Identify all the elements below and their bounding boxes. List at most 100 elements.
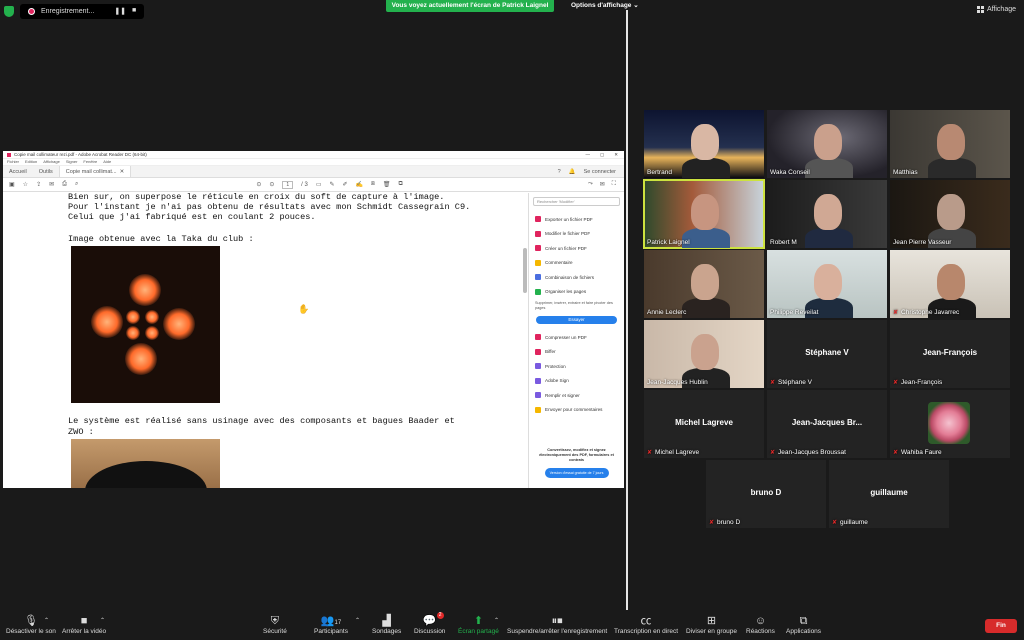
end-meeting-button[interactable]: Fin <box>985 619 1017 633</box>
chevron-up-icon[interactable]: ⌃ <box>100 617 105 624</box>
participant-tile[interactable]: Stéphane V ✘ Stéphane V <box>767 320 887 388</box>
stop-icon[interactable]: ■ <box>132 7 136 15</box>
participant-name-tag: ✘ Stéphane V <box>770 379 812 386</box>
participant-name: Jean-Jacques Broussat <box>778 449 846 456</box>
participant-tile[interactable]: bruno D ✘ bruno D <box>706 460 826 528</box>
participant-tile[interactable]: Michel Lagreve ✘ Michel Lagreve <box>644 390 764 458</box>
shield-icon[interactable] <box>4 5 14 17</box>
tool-item[interactable]: Créer un fichier PDF <box>529 241 624 256</box>
participant-face <box>814 194 842 230</box>
tab-accueil[interactable]: Accueil <box>3 166 33 177</box>
pen-icon[interactable]: ✎ <box>330 181 335 188</box>
tool-item[interactable]: Envoyer pour commentaires <box>529 403 624 418</box>
participant-name-tag: Robert M <box>770 239 797 246</box>
bell-icon[interactable]: 🔔 <box>569 169 576 175</box>
pause-icon[interactable]: ❚❚ <box>114 7 126 15</box>
participant-name-tag: Annie Leclerc <box>647 309 686 316</box>
participant-tile[interactable]: Jean Pierre Vasseur <box>890 180 1010 248</box>
tool-item[interactable]: Organiser les pages <box>529 285 624 300</box>
sign-icon[interactable]: ✍ <box>356 181 363 188</box>
email-icon[interactable]: ✉ <box>600 181 605 188</box>
share-screen-button[interactable]: ⬆ Écran partagé <box>458 614 499 635</box>
tab-outils[interactable]: Outils <box>33 166 59 177</box>
stamp-icon[interactable]: ⧈ <box>371 181 375 188</box>
page-down-icon[interactable]: ⊙ <box>269 181 274 188</box>
security-button[interactable]: ⛨ Sécurité <box>263 614 287 635</box>
help-icon[interactable]: ? <box>558 169 561 175</box>
reactions-button[interactable]: ☺ Réactions <box>746 614 775 635</box>
participant-tile[interactable]: Robert M <box>767 180 887 248</box>
apps-button[interactable]: ⧉ Applications <box>786 614 821 635</box>
tool-item[interactable]: Compresser un PDF <box>529 330 624 345</box>
tool-item[interactable]: Remplir et signer <box>529 388 624 403</box>
print-icon[interactable]: ⎙ <box>62 181 67 188</box>
breakout-button[interactable]: ⊞ Diviser en groupe <box>686 614 737 635</box>
tool-item[interactable]: Protection <box>529 359 624 374</box>
participant-tile[interactable]: Jean-François ✘ Jean-François <box>890 320 1010 388</box>
split-divider[interactable] <box>626 10 628 610</box>
tool-item[interactable]: Biffer <box>529 345 624 360</box>
participant-display-name: bruno D <box>750 488 782 497</box>
chevron-up-icon[interactable]: ⌃ <box>355 617 360 624</box>
participant-tile[interactable]: Philippe Reveilat <box>767 250 887 318</box>
delete-icon[interactable]: 🗑 <box>383 181 391 188</box>
participant-tile[interactable]: guillaume ✘ guillaume <box>829 460 949 528</box>
view-options-button[interactable]: Options d'affichage ⌄ <box>571 1 639 9</box>
transcript-button[interactable]: ㏄ Transcription en direct <box>614 614 678 635</box>
participant-tile[interactable]: Annie Leclerc <box>644 250 764 318</box>
menu-item[interactable]: Fenêtre <box>83 159 97 165</box>
record-button[interactable]: ⏸⏹ Suspendre/arrêter l'enregistrement <box>507 614 607 635</box>
menu-item[interactable]: Affichage <box>43 159 60 165</box>
chat-button[interactable]: 💬 2 Discussion <box>414 612 445 635</box>
tool-item[interactable]: Commentaire <box>529 256 624 271</box>
page-number-input[interactable]: 1 <box>282 180 294 189</box>
participant-tile[interactable]: Jean-Jacques Br... ✘ Jean-Jacques Broussat <box>767 390 887 458</box>
signin-link[interactable]: Se connecter <box>584 169 616 175</box>
maximize-icon[interactable]: ▢ <box>600 152 604 158</box>
try-button[interactable]: Essayer <box>536 316 617 324</box>
comment-icon[interactable]: ▭ <box>316 181 322 188</box>
participant-tile[interactable]: Patrick Laignel <box>643 179 765 249</box>
share-icon[interactable]: ⤳ <box>588 181 593 188</box>
bookmark-icon[interactable]: ☆ <box>23 181 28 188</box>
participant-tile[interactable]: ✘ Wahiba Faure <box>890 390 1010 458</box>
meeting-controls: 🎙 Désactiver le son ⌃ ■ Arrêter la vidéo… <box>0 610 1024 640</box>
copy-icon[interactable]: ⧉ <box>399 181 403 188</box>
upload-icon[interactable]: ⇪ <box>36 181 41 188</box>
menu-item[interactable]: Aide <box>103 159 111 165</box>
tool-item[interactable]: Exporter un fichier PDF <box>529 212 624 227</box>
participant-name-tag: ✘ bruno D <box>709 519 740 526</box>
participant-tile[interactable]: Jean-Jacques Hublin <box>644 320 764 388</box>
participant-tile[interactable]: Matthias <box>890 110 1010 178</box>
highlight-icon[interactable]: ✐ <box>343 181 348 188</box>
tab-document[interactable]: Copie mail collimat... ✕ <box>58 166 132 177</box>
menu-item[interactable]: Edition <box>25 159 37 165</box>
participants-button[interactable]: 👥17 Participants <box>314 614 348 635</box>
menu-item[interactable]: Fichier <box>7 159 19 165</box>
create-icon[interactable]: ▣ <box>9 181 15 188</box>
scrollbar[interactable] <box>523 248 527 293</box>
organise-note: Supprimer, insérer, extraire et faire pi… <box>535 301 613 310</box>
page-up-icon[interactable]: ⊙ <box>256 181 261 188</box>
tool-item[interactable]: Modifier le fichier PDF <box>529 227 624 242</box>
minimize-icon[interactable]: — <box>585 152 590 158</box>
tool-icon <box>535 216 541 223</box>
participant-tile[interactable]: Waka Conseil <box>767 110 887 178</box>
tool-item[interactable]: Combinaison de fichiers <box>529 270 624 285</box>
chevron-up-icon[interactable]: ⌃ <box>494 617 499 624</box>
mail-icon[interactable]: ✉ <box>49 181 54 188</box>
chevron-up-icon[interactable]: ⌃ <box>44 617 49 624</box>
fullscreen-icon[interactable]: ⛶ <box>612 181 616 188</box>
menu-item[interactable]: Signer <box>66 159 78 165</box>
close-icon[interactable]: ✕ <box>614 152 618 158</box>
tools-search-input[interactable]: Rechercher 'Modifier' <box>533 197 620 206</box>
polls-button[interactable]: ▟ Sondages <box>372 614 401 635</box>
participant-tile[interactable]: Bertrand <box>644 110 764 178</box>
search-icon[interactable]: ⌕ <box>75 181 78 188</box>
trial-button[interactable]: Version d'essai gratuite de 7 jours <box>544 468 609 478</box>
participant-tile[interactable]: ✘ Christophe Javarrec <box>890 250 1010 318</box>
view-button[interactable]: Affichage <box>976 6 1016 13</box>
tool-label: Biffer <box>545 349 556 355</box>
tool-item[interactable]: Adobe Sign <box>529 374 624 389</box>
participant-name: Michel Lagreve <box>655 449 700 456</box>
